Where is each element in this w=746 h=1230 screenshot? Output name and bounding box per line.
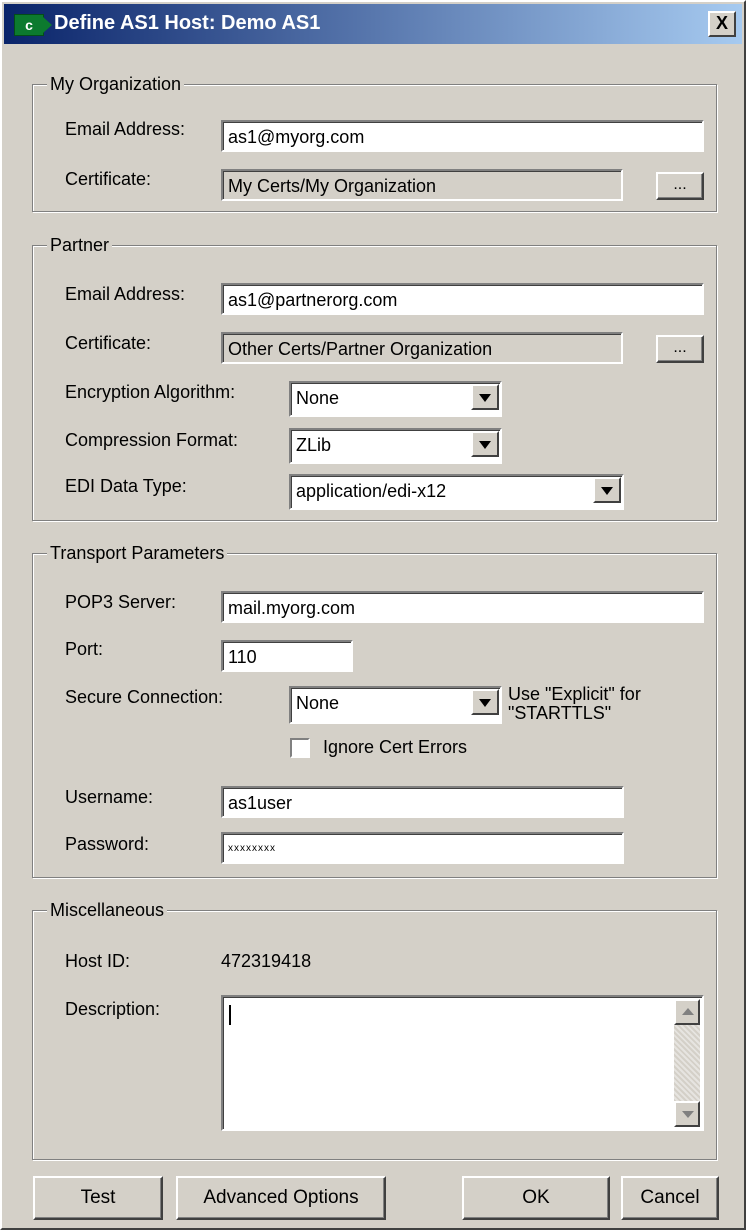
port-input[interactable]: 110	[221, 640, 353, 672]
my-organization-group: My Organization Email Address: as1@myorg…	[32, 73, 717, 212]
test-button[interactable]: Test	[33, 1176, 163, 1220]
secure-connection-hint-line-1: Use "Explicit" for	[508, 684, 641, 704]
cancel-button[interactable]: Cancel	[621, 1176, 719, 1220]
miscellaneous-title: Miscellaneous	[47, 899, 168, 921]
partner-email-input[interactable]: as1@partnerorg.com	[221, 283, 704, 315]
partner-email-label: Email Address:	[65, 284, 186, 304]
username-label: Username:	[65, 787, 154, 807]
password-input[interactable]: xxxxxxxx	[221, 832, 624, 864]
edi-data-type-value: application/edi-x12	[296, 481, 447, 501]
close-button[interactable]: X	[708, 11, 736, 37]
port-label: Port:	[65, 639, 104, 659]
chevron-down-icon[interactable]	[471, 431, 499, 457]
app-c-icon: c	[14, 14, 52, 36]
secure-connection-hint: Use "Explicit" for "STARTTLS"	[508, 685, 641, 723]
pop3-server-label: POP3 Server:	[65, 592, 177, 612]
ignore-cert-errors-label[interactable]: Ignore Cert Errors	[323, 737, 467, 758]
encryption-algorithm-select[interactable]: None	[289, 381, 502, 417]
edi-data-type-label: EDI Data Type:	[65, 476, 187, 496]
title-bar[interactable]: c Define AS1 Host: Demo AS1 X	[4, 4, 742, 44]
my-org-email-input[interactable]: as1@myorg.com	[221, 120, 704, 152]
secure-connection-label: Secure Connection:	[65, 687, 224, 707]
compression-format-label: Compression Format:	[65, 430, 239, 450]
dialog-window: c Define AS1 Host: Demo AS1 X My Organiz…	[0, 0, 746, 1230]
partner-certificate-browse-button[interactable]: ...	[656, 335, 704, 363]
encryption-algorithm-value: None	[296, 388, 340, 408]
username-input[interactable]: as1user	[221, 786, 624, 818]
transport-parameters-group: Transport Parameters POP3 Server: mail.m…	[32, 542, 717, 878]
chevron-down-icon[interactable]	[471, 689, 499, 715]
my-org-certificate-label: Certificate:	[65, 169, 152, 189]
chevron-down-icon[interactable]	[471, 384, 499, 410]
encryption-algorithm-label: Encryption Algorithm:	[65, 382, 236, 402]
advanced-options-button[interactable]: Advanced Options	[176, 1176, 386, 1220]
my-org-certificate-browse-button[interactable]: ...	[656, 172, 704, 200]
edi-data-type-select[interactable]: application/edi-x12	[289, 474, 624, 510]
chevron-down-icon[interactable]	[593, 477, 621, 503]
text-caret	[229, 1005, 231, 1025]
partner-group: Partner Email Address: as1@partnerorg.co…	[32, 234, 717, 521]
my-org-certificate-field: My Certs/My Organization	[221, 169, 623, 201]
description-label: Description:	[65, 999, 161, 1019]
secure-connection-hint-line-2: "STARTTLS"	[508, 703, 612, 723]
partner-certificate-label: Certificate:	[65, 333, 152, 353]
miscellaneous-group: Miscellaneous Host ID: 472319418 Descrip…	[32, 899, 717, 1160]
host-id-value: 472319418	[221, 951, 312, 971]
host-id-label: Host ID:	[65, 951, 131, 971]
partner-certificate-field: Other Certs/Partner Organization	[221, 332, 623, 364]
transport-parameters-title: Transport Parameters	[47, 542, 228, 564]
description-textarea[interactable]	[221, 995, 704, 1131]
ignore-cert-errors-checkbox[interactable]	[290, 738, 310, 758]
my-organization-title: My Organization	[47, 73, 185, 95]
secure-connection-value: None	[296, 693, 340, 713]
compression-format-select[interactable]: ZLib	[289, 428, 502, 464]
compression-format-value: ZLib	[296, 435, 332, 455]
partner-title: Partner	[47, 234, 113, 256]
my-org-email-label: Email Address:	[65, 119, 186, 139]
description-scrollbar[interactable]	[674, 999, 700, 1127]
password-label: Password:	[65, 834, 150, 854]
pop3-server-input[interactable]: mail.myorg.com	[221, 591, 704, 623]
secure-connection-select[interactable]: None	[289, 686, 502, 724]
ok-button[interactable]: OK	[462, 1176, 610, 1220]
scroll-up-icon[interactable]	[674, 999, 700, 1025]
scroll-down-icon[interactable]	[674, 1101, 700, 1127]
window-title: Define AS1 Host: Demo AS1	[54, 12, 321, 34]
